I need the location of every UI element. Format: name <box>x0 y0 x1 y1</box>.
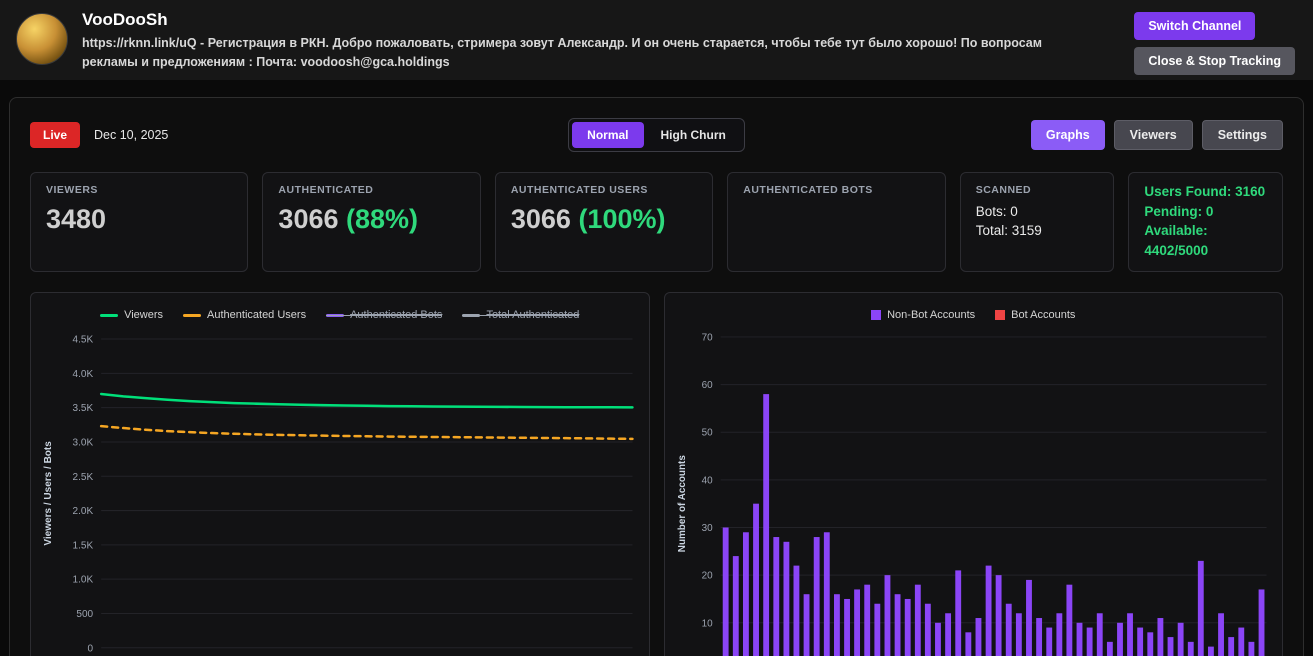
svg-text:Number of Accounts: Number of Accounts <box>676 455 687 553</box>
settings-tab-button[interactable]: Settings <box>1201 120 1284 150</box>
viewers-line-chart: 05001.0K1.5K2.0K2.5K3.0K3.5K4.0K4.5K03:1… <box>43 335 634 655</box>
viewers-line-swatch <box>100 313 119 317</box>
line-chart-legend: Viewers Authenticated Users Authenticate… <box>39 303 641 327</box>
svg-text:1.5K: 1.5K <box>73 541 94 552</box>
authenticated-bots-line-swatch <box>326 313 345 317</box>
scanned-total-line: Total: 3159 <box>975 223 1042 238</box>
authenticated-users-stat-value: 3066 (100%) <box>511 204 697 235</box>
toolbar: Live Dec 10, 2025 Normal High Churn Grap… <box>30 118 1284 152</box>
total-authenticated-line-swatch <box>462 313 481 317</box>
viewers-stat-card: VIEWERS 3480 <box>30 172 249 273</box>
legend-label-authenticated-bots: Authenticated Bots <box>350 309 443 322</box>
svg-text:3.5K: 3.5K <box>73 403 94 414</box>
legend-item-authenticated-users[interactable]: Authenticated Users <box>183 309 306 321</box>
legend-item-total-authenticated[interactable]: Total Authenticated <box>462 309 579 321</box>
svg-text:50: 50 <box>701 428 713 439</box>
legend-label-viewers: Viewers <box>124 309 164 322</box>
scanned-stat-label: SCANNED <box>975 184 1032 196</box>
authenticated-bots-stat-label: AUTHENTICATED BOTS <box>743 184 873 196</box>
svg-text:60: 60 <box>701 380 713 391</box>
bar-chart-legend: Non-Bot Accounts Bot Accounts <box>673 303 1275 327</box>
available-value-line: 4402/5000 <box>1144 242 1209 258</box>
switch-channel-button[interactable]: Switch Channel <box>1134 12 1256 40</box>
capacity-stat-card: Users Found: 3160 Pending: 0 Available: … <box>1128 172 1283 273</box>
authenticated-count: 3066 <box>278 204 339 234</box>
channel-header: VooDooSh https://rknn.link/uQ - Регистра… <box>0 0 1313 80</box>
scanned-bots-line: Bots: 0 <box>975 204 1018 219</box>
svg-text:0: 0 <box>88 644 94 655</box>
svg-text:10: 10 <box>701 619 713 630</box>
scanned-stat-card: SCANNED Bots: 0 Total: 3159 <box>959 172 1115 273</box>
svg-text:500: 500 <box>76 609 93 620</box>
channel-avatar <box>16 13 68 65</box>
bar-chart-card: Non-Bot Accounts Bot Accounts 0102030405… <box>663 292 1283 656</box>
svg-text:20: 20 <box>701 571 713 582</box>
legend-label-authenticated-users: Authenticated Users <box>207 309 307 322</box>
svg-text:2.0K: 2.0K <box>73 506 94 517</box>
legend-item-authenticated-bots[interactable]: Authenticated Bots <box>326 309 443 322</box>
users-found-line: Users Found: 3160 <box>1144 184 1266 199</box>
authenticated-users-line-swatch <box>183 313 202 317</box>
legend-label-total-authenticated: Total Authenticated <box>486 309 580 322</box>
authenticated-users-stat-card: AUTHENTICATED USERS 3066 (100%) <box>494 172 714 273</box>
svg-text:1.0K: 1.0K <box>73 575 94 586</box>
live-badge: Live <box>30 122 81 148</box>
charts-row: Viewers Authenticated Users Authenticate… <box>30 292 1283 656</box>
viewers-tab-button[interactable]: Viewers <box>1113 120 1193 150</box>
svg-text:2.5K: 2.5K <box>73 472 94 483</box>
authenticated-bots-stat-card: AUTHENTICATED BOTS <box>727 172 946 273</box>
mode-toggle: Normal High Churn <box>568 118 745 152</box>
available-label-line: Available: <box>1144 223 1208 239</box>
legend-item-bot-accounts[interactable]: Bot Accounts <box>995 309 1075 321</box>
svg-text:4.5K: 4.5K <box>73 335 94 346</box>
pending-line: Pending: 0 <box>1144 203 1214 219</box>
mode-normal-button[interactable]: Normal <box>572 122 644 148</box>
accounts-bar-chart: 010203040506070Number of Accounts <box>676 333 1267 656</box>
authenticated-users-percent: (100%) <box>578 204 666 234</box>
non-bot-accounts-swatch <box>871 310 882 321</box>
authenticated-users-stat-label: AUTHENTICATED USERS <box>510 184 648 196</box>
svg-text:3.0K: 3.0K <box>73 438 94 449</box>
svg-text:30: 30 <box>701 523 713 534</box>
legend-item-non-bot-accounts[interactable]: Non-Bot Accounts <box>871 309 975 321</box>
dashboard-panel: Live Dec 10, 2025 Normal High Churn Grap… <box>9 97 1304 656</box>
authenticated-stat-card: AUTHENTICATED 3066 (88%) <box>262 172 481 273</box>
svg-text:70: 70 <box>701 333 713 344</box>
legend-item-viewers[interactable]: Viewers <box>100 309 163 321</box>
svg-text:40: 40 <box>701 476 713 487</box>
svg-text:Viewers / Users / Bots: Viewers / Users / Bots <box>43 441 54 546</box>
legend-label-non-bot-accounts: Non-Bot Accounts <box>887 309 976 322</box>
date-label: Dec 10, 2025 <box>94 128 169 142</box>
line-chart-card: Viewers Authenticated Users Authenticate… <box>30 292 650 656</box>
authenticated-percent: (88%) <box>346 204 419 234</box>
authenticated-users-count: 3066 <box>510 204 571 234</box>
close-stop-tracking-button[interactable]: Close & Stop Tracking <box>1134 47 1295 75</box>
bot-accounts-swatch <box>995 310 1006 321</box>
channel-info: VooDooSh https://rknn.link/uQ - Регистра… <box>82 10 1120 72</box>
stats-row: VIEWERS 3480 AUTHENTICATED 3066 (88%) AU… <box>30 172 1283 273</box>
viewers-stat-label: VIEWERS <box>46 184 98 196</box>
authenticated-stat-label: AUTHENTICATED <box>278 184 374 196</box>
legend-label-bot-accounts: Bot Accounts <box>1011 309 1076 322</box>
channel-name: VooDooSh <box>82 10 168 29</box>
viewers-stat-value: 3480 <box>46 204 107 234</box>
svg-text:4.0K: 4.0K <box>73 369 94 380</box>
toolbar-left: Live Dec 10, 2025 <box>30 122 568 148</box>
toolbar-right: Graphs Viewers Settings <box>745 120 1284 150</box>
channel-description: https://rknn.link/uQ - Регистрация в РКН… <box>82 36 1042 69</box>
graphs-tab-button[interactable]: Graphs <box>1030 120 1105 150</box>
authenticated-stat-value: 3066 (88%) <box>278 204 464 235</box>
header-buttons: Switch Channel Close & Stop Tracking <box>1134 10 1295 75</box>
mode-high-churn-button[interactable]: High Churn <box>646 122 741 148</box>
